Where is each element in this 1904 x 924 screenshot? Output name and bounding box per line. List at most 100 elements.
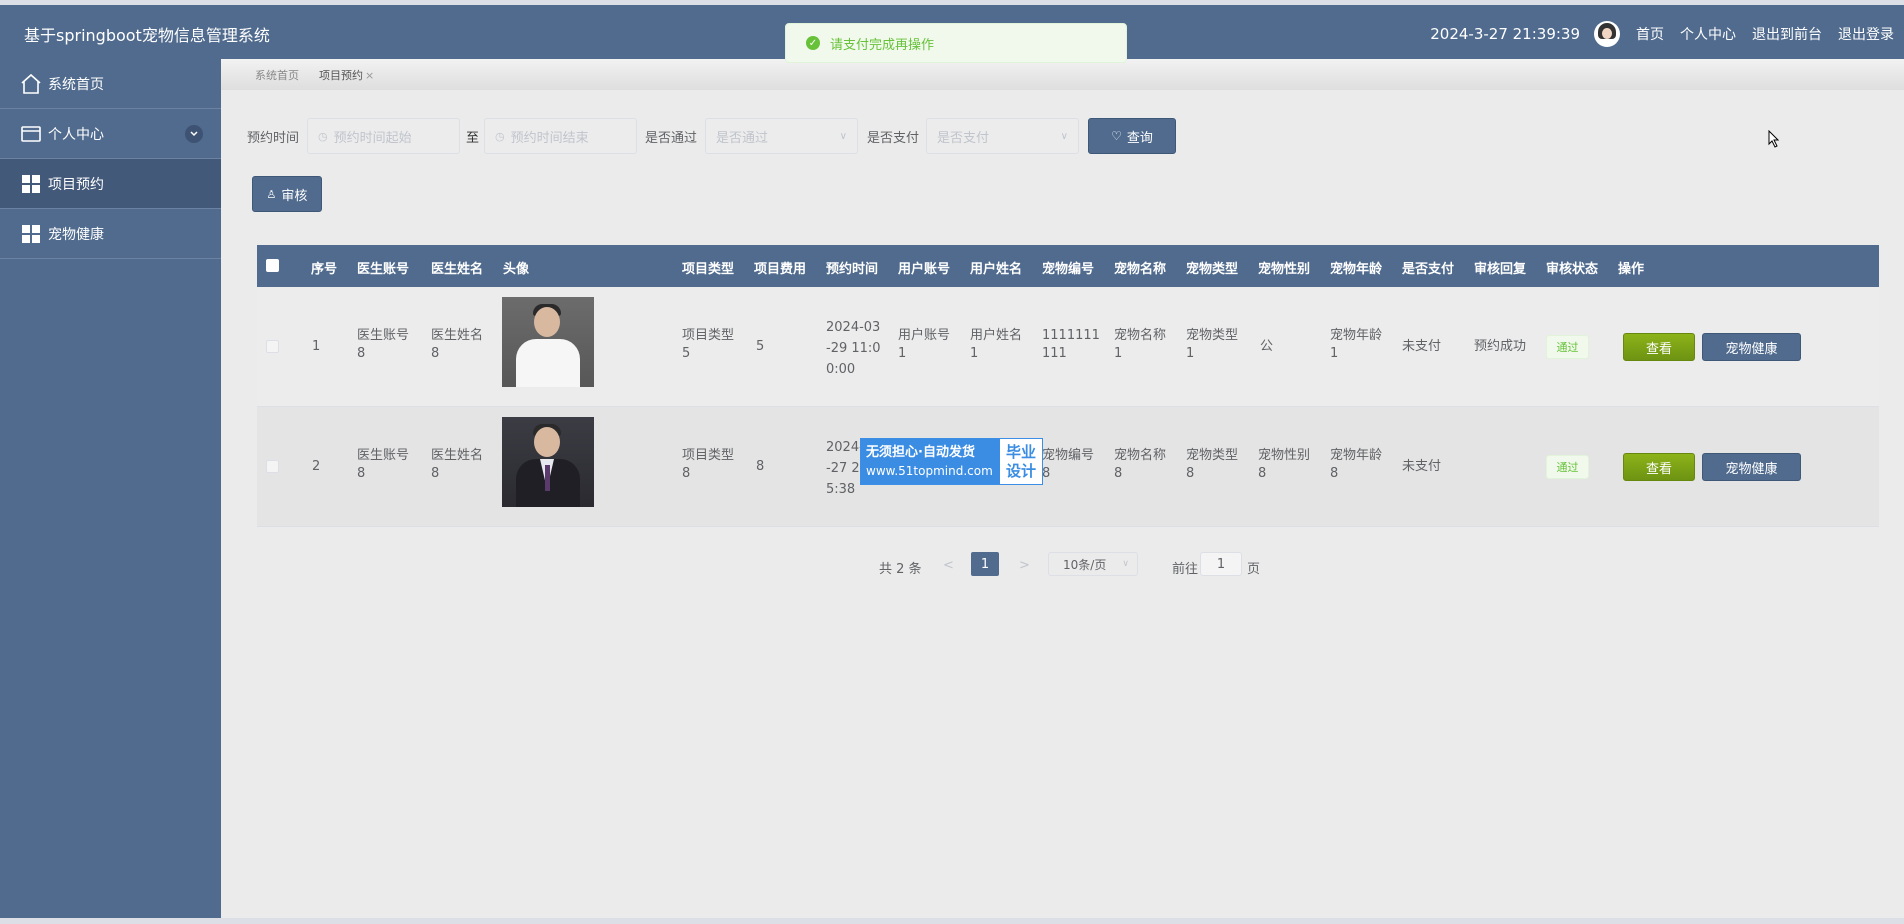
cell-pet-number: 宠物编号 8 — [1042, 448, 1095, 481]
time-start-input[interactable]: ◷ 预约时间起始 — [307, 118, 460, 154]
cell-pet-gender: 宠物性别 8 — [1258, 448, 1311, 481]
user-avatar[interactable] — [1594, 21, 1620, 47]
cell-reply: 预约成功 — [1474, 339, 1527, 354]
sidebar-item-label: 宠物健康 — [48, 226, 104, 243]
watermark-line1: 无须担心·自动发货 — [866, 445, 975, 460]
page-number-current[interactable]: 1 — [971, 552, 999, 576]
breadcrumb-current-tab[interactable]: 项目预约 × — [319, 67, 374, 83]
status-badge: 通过 — [1546, 335, 1589, 359]
pagination: 共 2 条 < 1 > 10条/页 ∨ 前往 1 页 — [221, 552, 1904, 580]
cell-pet-number: 1111111 111 — [1042, 328, 1100, 361]
column-header: 宠物编号 — [1042, 262, 1095, 277]
appointment-time-label: 预约时间 — [247, 131, 300, 146]
cell-pet-gender: 公 — [1260, 339, 1274, 354]
cell-doctor-account: 医生账号 8 — [357, 328, 410, 361]
grid-icon — [20, 223, 42, 245]
clock-icon: ◷ — [495, 129, 505, 143]
datetime-display: 2024-3-27 21:39:39 — [1430, 25, 1580, 43]
cell-pet-age: 宠物年龄 1 — [1330, 328, 1383, 361]
sidebar-item-home[interactable]: 系统首页 — [0, 59, 221, 109]
grid-icon — [20, 173, 42, 195]
nav-profile-link[interactable]: 个人中心 — [1680, 24, 1736, 44]
chevron-down-icon: ∨ — [839, 130, 847, 142]
audit-button-label: 审核 — [281, 188, 308, 204]
clock-icon: ◷ — [318, 129, 328, 143]
breadcrumb-home[interactable]: 系统首页 — [255, 67, 299, 83]
time-start-placeholder: 预约时间起始 — [333, 130, 412, 146]
sidebar-item-pet-health[interactable]: 宠物健康 — [0, 209, 221, 259]
query-button[interactable]: ♡ 查询 — [1088, 118, 1176, 154]
column-header: 宠物性别 — [1258, 262, 1311, 277]
time-end-placeholder: 预约时间结束 — [510, 130, 589, 146]
view-button[interactable]: 查看 — [1623, 453, 1695, 481]
cell-pet-age: 宠物年龄 8 — [1330, 448, 1383, 481]
cell-user-account: 用户账号 1 — [898, 328, 951, 361]
column-header: 审核状态 — [1546, 262, 1599, 277]
time-end-input[interactable]: ◷ 预约时间结束 — [484, 118, 637, 154]
pet-health-button[interactable]: 宠物健康 — [1702, 453, 1801, 481]
cell-paid: 未支付 — [1402, 339, 1442, 354]
sidebar-item-label: 个人中心 — [48, 126, 104, 143]
query-button-label: 查询 — [1126, 130, 1153, 146]
pet-health-button[interactable]: 宠物健康 — [1702, 333, 1801, 361]
pagination-total: 共 2 条 — [879, 562, 922, 577]
cell-index: 2 — [312, 459, 321, 474]
cell-appointment-time: 2024- -27 2 5:38 — [826, 440, 864, 497]
column-header: 宠物名称 — [1114, 262, 1167, 277]
goto-page-input[interactable]: 1 — [1200, 552, 1242, 576]
pass-label: 是否通过 — [645, 131, 698, 146]
cell-project-type: 项目类型 8 — [682, 448, 735, 481]
sidebar: 系统首页 个人中心 项目预约 宠物健康 — [0, 59, 221, 924]
pass-select[interactable]: 是否通过 ∨ — [705, 118, 858, 154]
row-checkbox[interactable] — [266, 460, 279, 473]
cell-doctor-name: 医生姓名 8 — [431, 328, 484, 361]
sidebar-item-profile[interactable]: 个人中心 — [0, 109, 221, 159]
nav-home-link[interactable]: 首页 — [1636, 24, 1664, 44]
status-badge: 通过 — [1546, 455, 1589, 479]
column-header: 序号 — [311, 262, 338, 277]
success-check-icon: ✓ — [806, 36, 820, 50]
breadcrumb: 系统首页 项目预约 × — [221, 59, 1904, 90]
pay-label: 是否支付 — [867, 131, 920, 146]
nav-logout-link[interactable]: 退出登录 — [1838, 24, 1894, 44]
home-icon — [20, 73, 42, 95]
range-separator: 至 — [466, 131, 480, 146]
column-header: 头像 — [503, 262, 530, 277]
cell-pet-type: 宠物类型 1 — [1186, 328, 1239, 361]
main-content: 预约时间 ◷ 预约时间起始 至 ◷ 预约时间结束 是否通过 是否通过 ∨ 是否支… — [221, 90, 1904, 924]
column-header: 医生账号 — [357, 262, 410, 277]
select-all-checkbox[interactable] — [266, 259, 279, 272]
page-suffix: 页 — [1247, 562, 1261, 577]
nav-frontend-link[interactable]: 退出到前台 — [1752, 24, 1822, 44]
next-page-button[interactable]: > — [1019, 558, 1030, 573]
sidebar-item-label: 系统首页 — [48, 76, 104, 93]
header-right: 2024-3-27 21:39:39 首页 个人中心 退出到前台 退出登录 — [1430, 21, 1902, 47]
doctor-avatar-image — [502, 417, 594, 507]
audit-button[interactable]: ♙ 审核 — [252, 176, 322, 212]
table-row: 2 医生账号 8 医生姓名 8 项目类型 8 8 2024- -27 2 5:38 宠物编… — [257, 407, 1879, 527]
toast-text: 请支付完成再操作 — [830, 37, 935, 53]
appointment-table: 序号 医生账号 医生姓名 头像 项目类型 项目费用 预约时间 用户账号 用户姓名… — [257, 245, 1879, 527]
page-size-value: 10条/页 — [1063, 557, 1107, 572]
column-header: 用户账号 — [898, 262, 951, 277]
column-header: 审核回复 — [1474, 262, 1527, 277]
watermark-badge-line2: 设计 — [1005, 462, 1036, 480]
column-header: 操作 — [1618, 262, 1645, 277]
breadcrumb-current-label: 项目预约 — [319, 68, 363, 82]
page-size-select[interactable]: 10条/页 ∨ — [1048, 552, 1138, 576]
close-icon[interactable]: × — [365, 69, 374, 82]
chevron-down-icon: ∨ — [1122, 559, 1129, 569]
view-button[interactable]: 查看 — [1623, 333, 1695, 361]
cell-doctor-account: 医生账号 8 — [357, 448, 410, 481]
bottom-edge — [0, 918, 1904, 924]
chevron-down-icon[interactable] — [185, 124, 203, 143]
table-header: 序号 医生账号 医生姓名 头像 项目类型 项目费用 预约时间 用户账号 用户姓名… — [257, 245, 1879, 287]
prev-page-button[interactable]: < — [943, 558, 954, 573]
row-checkbox[interactable] — [266, 340, 279, 353]
cell-pet-name: 宠物名称 1 — [1114, 328, 1167, 361]
sidebar-item-appointment[interactable]: 项目预约 — [0, 159, 221, 209]
cell-user-name: 用户姓名 1 — [970, 328, 1023, 361]
column-header: 项目类型 — [682, 262, 735, 277]
watermark-banner: 无须担心·自动发货 www.51topmind.com 毕业 设计 — [860, 438, 1043, 485]
pay-select[interactable]: 是否支付 ∨ — [926, 118, 1079, 154]
